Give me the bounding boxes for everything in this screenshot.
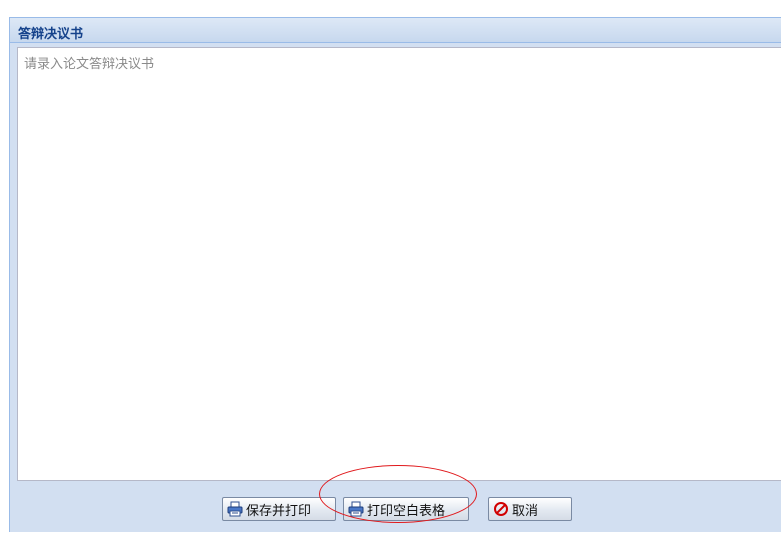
cancel-icon [493,501,509,517]
printer-icon [227,501,243,517]
save-and-print-label: 保存并打印 [246,503,312,519]
panel-title: 答辩决议书 [18,27,84,42]
save-and-print-button[interactable]: 保存并打印 [222,497,336,521]
decision-textarea[interactable] [18,48,781,480]
panel-header: 答辩决议书 [10,18,781,43]
print-blank-form-label: 打印空白表格 [367,503,446,519]
cancel-label: 取消 [512,503,539,519]
decision-panel: 答辩决议书 保存并打印 [9,17,781,532]
print-blank-form-button[interactable]: 打印空白表格 [343,497,469,521]
decision-textarea-container [17,47,781,481]
printer-icon [348,501,364,517]
cancel-button[interactable]: 取消 [488,497,572,521]
button-bar: 保存并打印 打印空白表格 取消 [10,483,781,533]
